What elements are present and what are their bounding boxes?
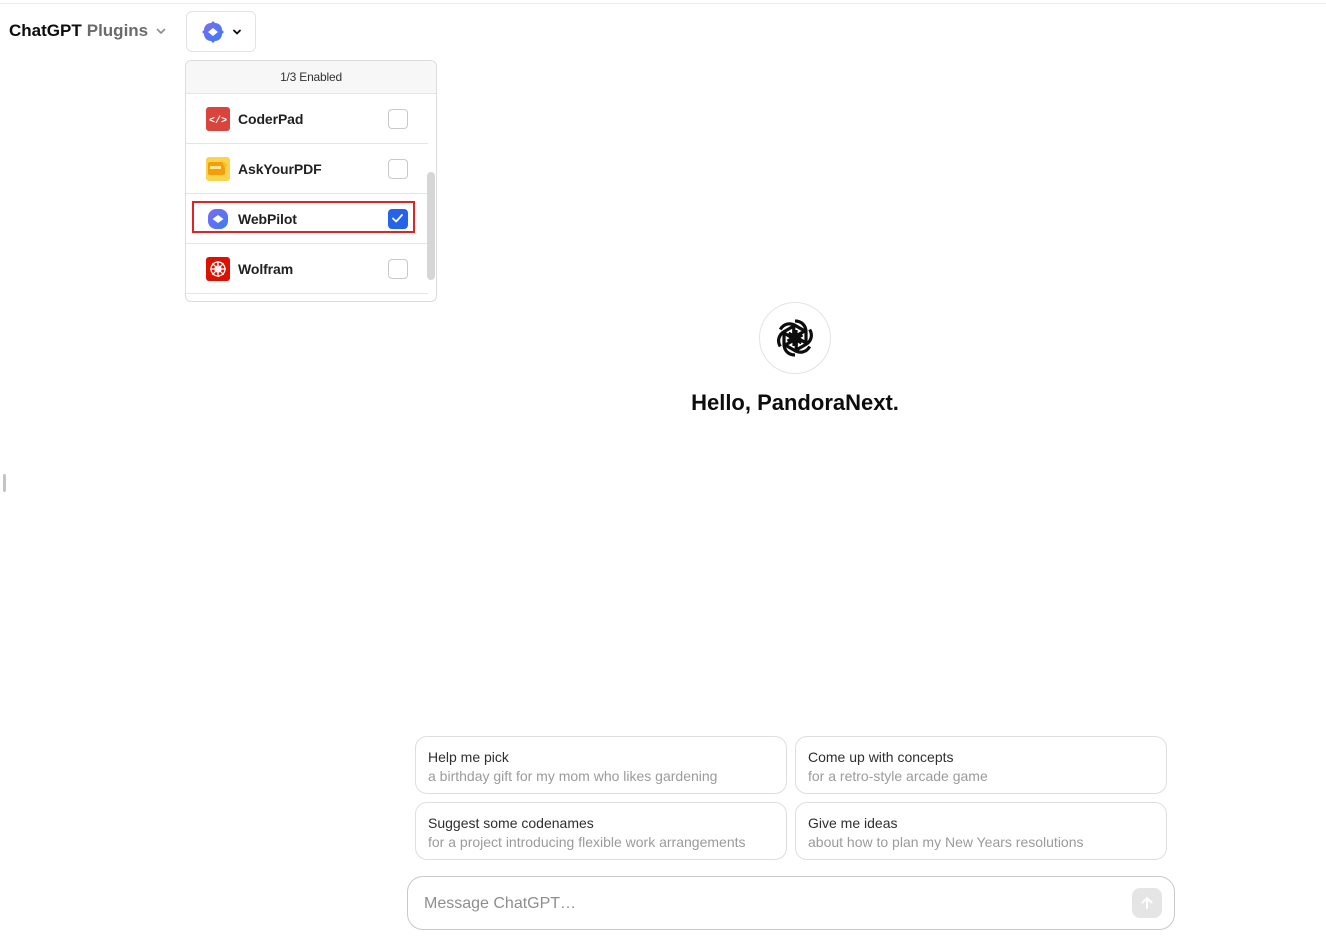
suggestion-card[interactable]: Help me pick a birthday gift for my mom … [415,736,787,794]
model-variant: Plugins [86,21,149,40]
greeting-title: Hello, PandoraNext. [691,390,899,415]
plugin-item-coderpad[interactable]: </> CoderPad [186,94,428,144]
webpilot-icon [206,207,230,231]
plugin-picker-button[interactable] [186,11,256,52]
suggestion-subtitle: about how to plan my New Years resolutio… [808,834,1084,850]
plugin-item-askyourpdf[interactable]: AskYourPDF [186,144,428,194]
plugin-checkbox-webpilot[interactable] [388,209,408,229]
suggestion-card[interactable]: Suggest some codenames for a project int… [415,802,787,860]
wolfram-icon [206,256,230,281]
suggestion-card[interactable]: Come up with concepts for a retro-style … [795,736,1167,794]
model-name: ChatGPT [9,21,82,40]
coderpad-icon: </> [206,106,230,131]
webpilot-icon [202,20,224,43]
plugin-item-wolfram[interactable]: Wolfram [186,244,428,294]
plugins-enabled-count: 1/3 Enabled [186,61,436,94]
plugin-checkbox-wolfram[interactable] [388,259,408,279]
sidebar-resize-handle[interactable] [3,474,6,492]
suggestion-title: Give me ideas [808,815,898,831]
plugin-name: CoderPad [238,110,304,127]
dropdown-scrollbar[interactable] [427,172,435,280]
openai-logo-icon [759,302,831,374]
chevron-down-icon [156,28,166,34]
suggestion-title: Come up with concepts [808,749,954,765]
plugin-list: </> CoderPad AskYourPDF WebPilot Wolfram [186,94,436,294]
chevron-down-icon [233,29,241,34]
suggestion-card[interactable]: Give me ideas about how to plan my New Y… [795,802,1167,860]
plugin-name: AskYourPDF [238,160,322,177]
plugins-dropdown: 1/3 Enabled </> CoderPad AskYourPDF WebP… [185,60,437,302]
suggestion-title: Help me pick [428,749,509,765]
askyourpdf-icon [206,156,230,181]
message-input[interactable] [424,893,1114,915]
arrow-up-icon [1141,897,1153,909]
svg-text:</>: </> [209,115,227,125]
plugin-item-webpilot[interactable]: WebPilot [186,194,428,244]
plugin-checkbox-askyourpdf[interactable] [388,159,408,179]
plugin-name: WebPilot [238,210,297,227]
suggestion-title: Suggest some codenames [428,815,594,831]
suggestion-subtitle: a birthday gift for my mom who likes gar… [428,768,718,784]
plugin-name: Wolfram [238,260,294,277]
model-selector[interactable]: ChatGPT Plugins [9,21,167,41]
checkmark-icon [392,214,403,223]
suggestion-subtitle: for a retro-style arcade game [808,768,988,784]
send-button[interactable] [1132,888,1162,918]
suggestion-subtitle: for a project introducing flexible work … [428,834,746,850]
message-composer [407,876,1175,930]
plugin-checkbox-coderpad[interactable] [388,109,408,129]
top-divider [0,0,1326,4]
